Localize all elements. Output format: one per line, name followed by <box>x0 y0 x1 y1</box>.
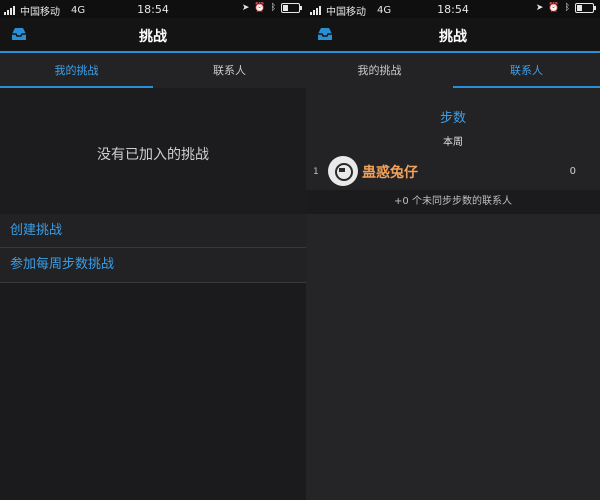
create-challenge-link[interactable]: 创建挑战 <box>0 214 306 247</box>
tab-my-challenges[interactable]: 我的挑战 <box>306 53 453 88</box>
bluetooth-icon: ᛒ <box>270 3 276 13</box>
alarm-icon: ⏰ <box>548 3 560 13</box>
battery-icon <box>575 3 596 13</box>
app-header: 挑战 <box>306 18 600 53</box>
tab-bar: 我的挑战 联系人 <box>306 53 600 88</box>
status-right: ➤ ⏰ ᛒ <box>535 3 596 13</box>
empty-state-text: 没有已加入的挑战 <box>97 147 209 163</box>
rank-label: 1 <box>313 167 319 177</box>
location-icon: ➤ <box>535 3 544 13</box>
leaderboard-row[interactable]: 1 蛊惑兔仔 0 <box>306 152 600 190</box>
tab-bar: 我的挑战 联系人 <box>0 53 306 88</box>
contact-name: 蛊惑兔仔 <box>362 165 418 181</box>
bluetooth-icon: ᛒ <box>564 3 570 13</box>
steps-section-title: 步数 <box>439 111 466 126</box>
app-header: 挑战 <box>0 18 306 53</box>
tab-contacts[interactable]: 联系人 <box>453 53 600 88</box>
alarm-icon: ⏰ <box>254 3 266 13</box>
avatar[interactable] <box>328 156 358 186</box>
unsynced-contacts-note: +0 个未同步步数的联系人 <box>306 190 600 214</box>
right-screen: 中国移动 4G 18:54 ➤ ⏰ ᛒ 挑战 我的挑战 联系人 步数 本周 1 … <box>306 0 600 500</box>
status-right: ➤ ⏰ ᛒ <box>241 3 302 13</box>
location-icon: ➤ <box>241 3 250 13</box>
join-weekly-steps-challenge-link[interactable]: 参加每周步数挑战 <box>0 247 306 281</box>
status-bar: 中国移动 4G 18:54 ➤ ⏰ ᛒ <box>306 0 600 18</box>
page-title: 挑战 <box>439 29 467 45</box>
left-screen: 中国移动 4G 18:54 ➤ ⏰ ᛒ 挑战 我的挑战 联系人 没有已加入的挑战… <box>0 0 306 500</box>
page-title: 挑战 <box>139 29 167 45</box>
status-bar: 中国移动 4G 18:54 ➤ ⏰ ᛒ <box>0 0 306 18</box>
battery-icon <box>281 3 302 13</box>
tab-contacts[interactable]: 联系人 <box>153 53 306 88</box>
action-list: 创建挑战 参加每周步数挑战 <box>0 214 306 283</box>
empty-background <box>306 214 600 500</box>
step-count: 0 <box>569 166 576 177</box>
period-label: 本周 <box>443 137 463 148</box>
empty-background <box>0 283 306 500</box>
empty-state: 没有已加入的挑战 <box>0 88 306 214</box>
tab-my-challenges[interactable]: 我的挑战 <box>0 53 153 88</box>
